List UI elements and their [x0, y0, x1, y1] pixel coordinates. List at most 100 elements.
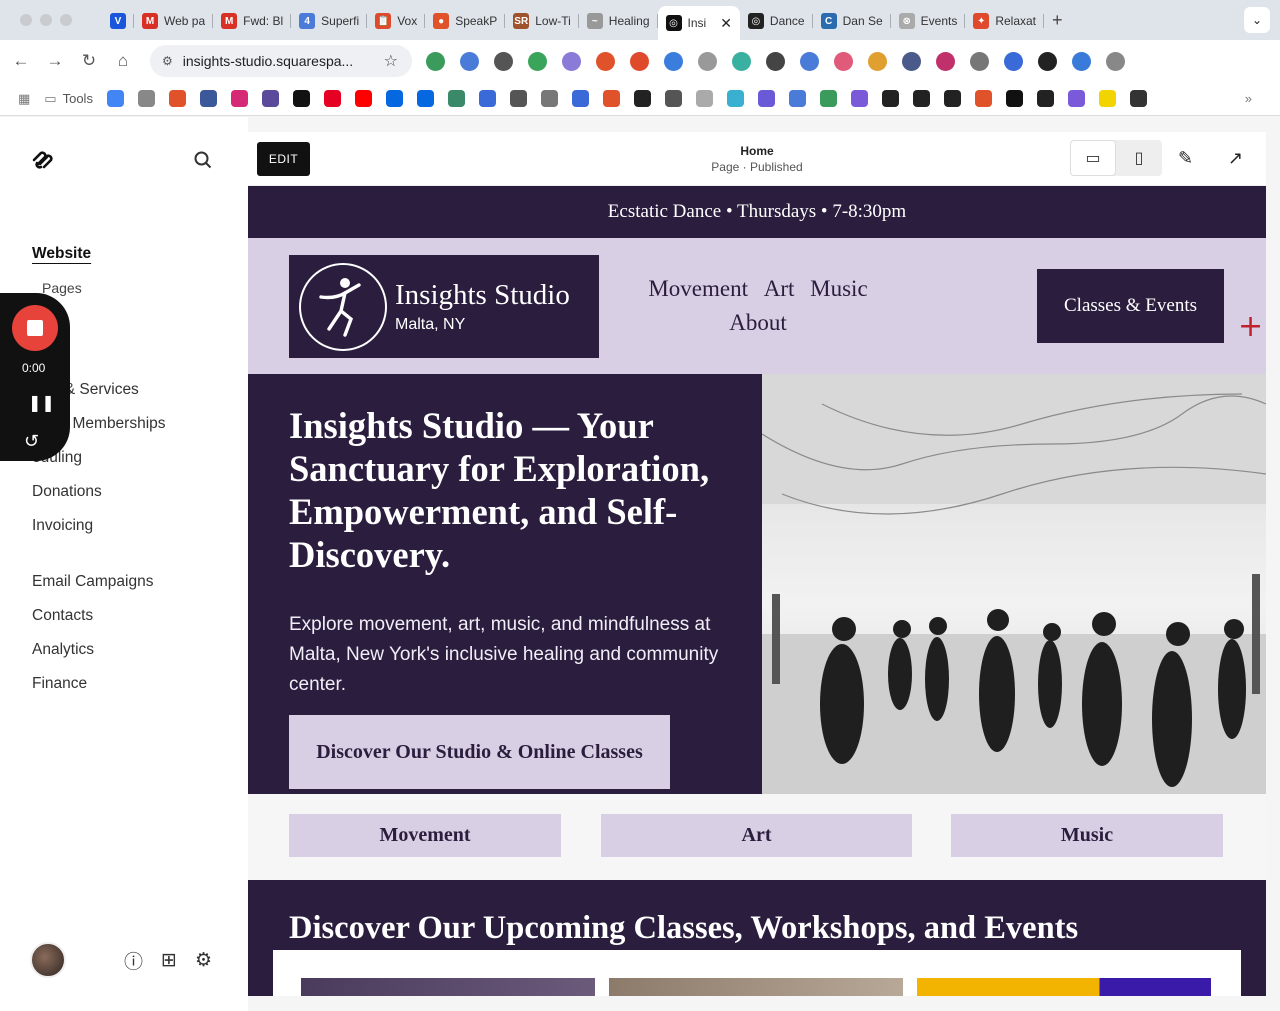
announcement-bar[interactable]: Ecstatic Dance • Thursdays • 7-8:30pm	[248, 186, 1266, 238]
browser-tab[interactable]: 4 Superfi	[291, 6, 368, 36]
bookmark-icon[interactable]	[199, 90, 217, 107]
close-tab-icon[interactable]: ✕	[720, 15, 732, 32]
extension-icon[interactable]	[528, 52, 547, 71]
open-external-icon[interactable]: ↗	[1228, 148, 1243, 169]
bookmark-icon[interactable]	[261, 90, 279, 107]
browser-tab[interactable]: ~ Healing	[579, 6, 658, 36]
event-card[interactable]	[301, 978, 595, 996]
pause-icon[interactable]: ❚❚	[28, 393, 55, 413]
bookmark-icon[interactable]	[354, 90, 372, 107]
site-settings-icon[interactable]: ⚙	[162, 54, 173, 68]
bookmark-icon[interactable]	[974, 90, 992, 107]
bookmark-folder-tools[interactable]: ▭ Tools	[44, 91, 93, 107]
bookmark-icon[interactable]	[788, 90, 806, 107]
site-logo[interactable]: Insights Studio Malta, NY	[289, 255, 599, 358]
browser-tab[interactable]: M Fwd: Bl	[213, 6, 292, 36]
category-music-button[interactable]: Music	[951, 814, 1223, 857]
browser-tab[interactable]: ⊗ Events	[891, 6, 966, 36]
bookmark-icon[interactable]	[726, 90, 744, 107]
event-card[interactable]	[917, 978, 1211, 996]
bookmark-icon[interactable]	[1098, 90, 1116, 107]
browser-tab[interactable]: ◎ Insi ✕	[657, 6, 740, 40]
extension-icon[interactable]	[1004, 52, 1023, 71]
extension-icon[interactable]	[800, 52, 819, 71]
back-button[interactable]: ←	[4, 51, 38, 71]
bookmark-icon[interactable]	[1005, 90, 1023, 107]
nav-link-movement[interactable]: Movement	[648, 276, 748, 301]
bookmark-icon[interactable]	[571, 90, 589, 107]
tab-search-button[interactable]: ⌄	[1244, 7, 1270, 33]
extension-icon[interactable]	[936, 52, 955, 71]
bookmark-icon[interactable]	[850, 90, 868, 107]
bookmark-star-icon[interactable]: ☆	[384, 51, 398, 71]
browser-tab[interactable]: SR Low-Ti	[505, 6, 579, 36]
extension-icon[interactable]	[698, 52, 717, 71]
bookmark-icon[interactable]	[1067, 90, 1085, 107]
extension-icon[interactable]	[902, 52, 921, 71]
category-art-button[interactable]: Art	[601, 814, 912, 857]
extension-icon[interactable]	[596, 52, 615, 71]
bookmark-icon[interactable]	[943, 90, 961, 107]
event-card[interactable]	[609, 978, 903, 996]
discover-studio-button[interactable]: Discover Our Studio & Online Classes	[289, 715, 670, 789]
sidebar-item[interactable]: Website	[32, 237, 166, 271]
bookmark-icon[interactable]	[912, 90, 930, 107]
apps-grid-icon[interactable]: ▦	[18, 91, 30, 107]
bookmark-icon[interactable]	[385, 90, 403, 107]
bookmark-icon[interactable]	[168, 90, 186, 107]
extension-icon[interactable]	[460, 52, 479, 71]
bookmark-icon[interactable]	[106, 90, 124, 107]
browser-tab[interactable]: ✦ Relaxat	[965, 6, 1044, 36]
nav-link-about[interactable]: About	[729, 310, 787, 335]
extension-icon[interactable]	[970, 52, 989, 71]
extension-icon[interactable]	[426, 52, 445, 71]
bookmark-icon[interactable]	[292, 90, 310, 107]
new-tab-button[interactable]: +	[1052, 10, 1063, 31]
avatar[interactable]	[30, 942, 66, 978]
extension-icon[interactable]	[664, 52, 683, 71]
stop-recording-button[interactable]	[12, 305, 58, 351]
bookmark-icon[interactable]	[447, 90, 465, 107]
site-styles-icon[interactable]: ✎	[1178, 148, 1193, 169]
help-icon[interactable]: ⓘ	[124, 947, 143, 974]
extension-icon[interactable]	[766, 52, 785, 71]
bookmark-icon[interactable]	[230, 90, 248, 107]
browser-tab[interactable]: ● SpeakP	[425, 6, 506, 36]
gear-icon[interactable]: ⚙	[195, 949, 212, 972]
browser-tab[interactable]: 📋 Vox	[367, 6, 426, 36]
bookmark-icon[interactable]	[1036, 90, 1054, 107]
bookmark-icon[interactable]	[664, 90, 682, 107]
bookmark-icon[interactable]	[509, 90, 527, 107]
minimize-window-button[interactable]	[40, 14, 52, 26]
restart-icon[interactable]: ↺	[24, 431, 39, 452]
nav-link-music[interactable]: Music	[810, 276, 868, 301]
sidebar-item[interactable]: Donations	[32, 475, 166, 509]
sidebar-item[interactable]: Email Campaigns	[32, 565, 166, 599]
bookmark-icon[interactable]	[819, 90, 837, 107]
more-bookmarks-icon[interactable]: »	[1245, 91, 1252, 106]
extension-icon[interactable]	[562, 52, 581, 71]
browser-tab[interactable]: ◎ Dance	[740, 6, 813, 36]
extension-icon[interactable]	[868, 52, 887, 71]
close-window-button[interactable]	[20, 14, 32, 26]
classes-events-button[interactable]: Classes & Events	[1037, 269, 1224, 343]
sidebar-item[interactable]: Analytics	[32, 633, 166, 667]
bookmark-icon[interactable]	[881, 90, 899, 107]
bookmark-icon[interactable]	[695, 90, 713, 107]
desktop-view-icon[interactable]: ▭	[1070, 140, 1116, 176]
address-bar[interactable]: ⚙ insights-studio.squarespa... ☆	[150, 45, 412, 77]
extension-icon[interactable]	[732, 52, 751, 71]
bookmark-icon[interactable]	[633, 90, 651, 107]
sidebar-item[interactable]: Invoicing	[32, 509, 166, 543]
browser-tab[interactable]: V	[102, 6, 134, 36]
search-icon[interactable]	[194, 151, 212, 174]
extension-icon[interactable]	[1106, 52, 1125, 71]
bookmark-icon[interactable]	[602, 90, 620, 107]
extension-icon[interactable]	[1038, 52, 1057, 71]
bookmark-icon[interactable]	[478, 90, 496, 107]
squarespace-logo-icon[interactable]	[30, 149, 56, 177]
bookmark-icon[interactable]	[137, 90, 155, 107]
browser-tab[interactable]: M Web pa	[134, 6, 214, 36]
extension-icon[interactable]	[834, 52, 853, 71]
maximize-window-button[interactable]	[60, 14, 72, 26]
